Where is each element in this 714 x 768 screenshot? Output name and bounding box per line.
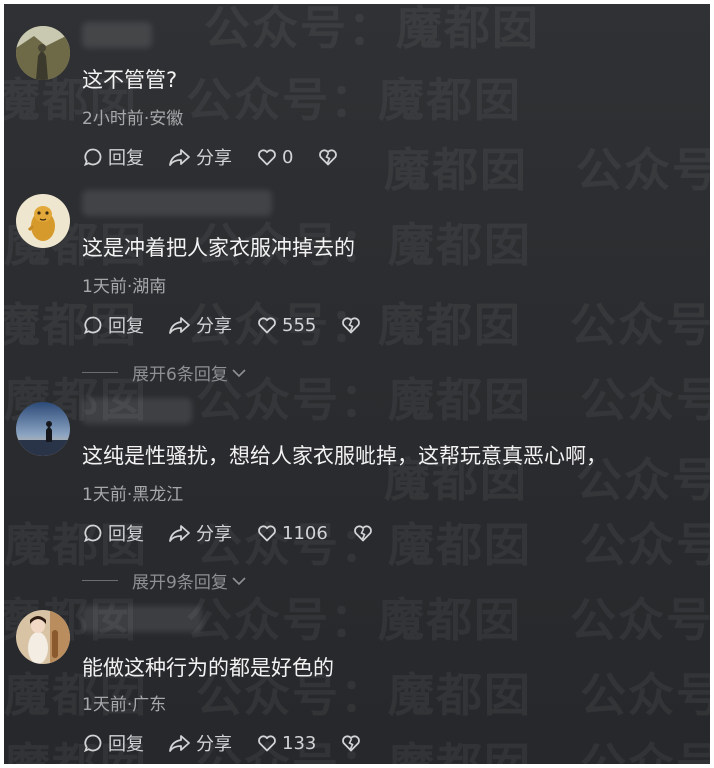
reply-button[interactable]: 回复	[82, 312, 144, 338]
reply-icon	[83, 734, 102, 753]
share-label: 分享	[196, 316, 232, 337]
like-button[interactable]: 133	[256, 732, 316, 754]
share-label: 分享	[196, 148, 232, 169]
share-button[interactable]: 分享	[168, 730, 232, 756]
expand-replies[interactable]: 展开9条回复	[82, 568, 248, 593]
comment-item: 这是冲着把人家衣服冲掉去的 1天前·湖南 回复 分享 555 展开6条回复	[4, 190, 710, 385]
heart-icon	[258, 525, 276, 542]
comment-text: 这纯是性骚扰，想给人家衣服呲掉，这帮玩意真恶心啊，	[82, 444, 607, 468]
avatar[interactable]	[16, 26, 70, 80]
share-button[interactable]: 分享	[168, 144, 232, 170]
broken-heart-icon	[319, 149, 338, 166]
reply-icon	[83, 316, 102, 335]
expand-replies-label: 展开6条回复	[132, 365, 228, 385]
share-icon	[169, 525, 190, 542]
comment-text: 这不管管?	[82, 68, 178, 92]
dislike-button[interactable]	[340, 732, 366, 754]
divider	[82, 372, 118, 373]
share-icon	[169, 149, 190, 166]
heart-icon	[258, 149, 276, 166]
expand-replies-label: 展开9条回复	[132, 573, 228, 593]
comment-item: 能做这种行为的都是好色的 1天前·广东 回复 分享 133	[4, 606, 710, 760]
like-button[interactable]: 555	[256, 314, 316, 336]
reply-button[interactable]: 回复	[82, 144, 144, 170]
like-count: 1106	[282, 522, 328, 544]
share-button[interactable]: 分享	[168, 520, 232, 546]
share-label: 分享	[196, 734, 232, 755]
reply-button[interactable]: 回复	[82, 730, 144, 756]
username-blurred	[82, 190, 272, 216]
dislike-button[interactable]	[340, 314, 366, 336]
avatar[interactable]	[16, 610, 70, 664]
broken-heart-icon	[342, 735, 361, 752]
comment-meta: 1天前·黑龙江	[82, 485, 184, 505]
like-button[interactable]: 0	[256, 146, 293, 168]
comment-text: 能做这种行为的都是好色的	[82, 656, 334, 680]
comment-actions: 回复 分享 1106	[82, 520, 402, 546]
like-count: 0	[282, 146, 294, 168]
reply-label: 回复	[108, 148, 144, 169]
username-blurred	[82, 398, 192, 424]
comment-meta: 2小时前·安徽	[82, 109, 184, 129]
like-button[interactable]: 1106	[256, 522, 328, 544]
share-icon	[169, 317, 190, 334]
reply-label: 回复	[108, 524, 144, 545]
username-blurred	[82, 22, 152, 48]
heart-icon	[258, 317, 276, 334]
avatar[interactable]	[16, 402, 70, 456]
chevron-down-icon	[232, 576, 246, 585]
chevron-down-icon	[232, 368, 246, 377]
heart-icon	[258, 735, 276, 752]
reply-label: 回复	[108, 316, 144, 337]
comment-actions: 回复 分享 133	[82, 730, 390, 756]
avatar[interactable]	[16, 194, 70, 248]
username-blurred	[82, 606, 202, 632]
comment-item: 这纯是性骚扰，想给人家衣服呲掉，这帮玩意真恶心啊， 1天前·黑龙江 回复 分享 …	[4, 398, 710, 593]
broken-heart-icon	[353, 525, 372, 542]
dislike-button[interactable]	[352, 522, 378, 544]
comment-actions: 回复 分享 555	[82, 312, 390, 338]
like-count: 555	[282, 314, 317, 336]
share-button[interactable]: 分享	[168, 312, 232, 338]
reply-button[interactable]: 回复	[82, 520, 144, 546]
expand-replies[interactable]: 展开6条回复	[82, 360, 248, 385]
share-icon	[169, 735, 190, 752]
comment-actions: 回复 分享 0	[82, 144, 367, 170]
broken-heart-icon	[342, 317, 361, 334]
reply-icon	[83, 148, 102, 167]
comment-list: 公众号：魔都囡 魔都囡 公众号：魔都囡 魔都囡 公众号 魔都囡 公众号：魔都囡 …	[4, 4, 710, 764]
like-count: 133	[282, 732, 317, 754]
comment-meta: 1天前·湖南	[82, 277, 167, 297]
divider	[82, 580, 118, 581]
dislike-button[interactable]	[317, 146, 343, 168]
reply-label: 回复	[108, 734, 144, 755]
comment-meta: 1天前·广东	[82, 695, 167, 715]
reply-icon	[83, 524, 102, 543]
comment-item: 这不管管? 2小时前·安徽 回复 分享 0	[4, 22, 710, 176]
share-label: 分享	[196, 524, 232, 545]
comment-text: 这是冲着把人家衣服冲掉去的	[82, 236, 355, 260]
